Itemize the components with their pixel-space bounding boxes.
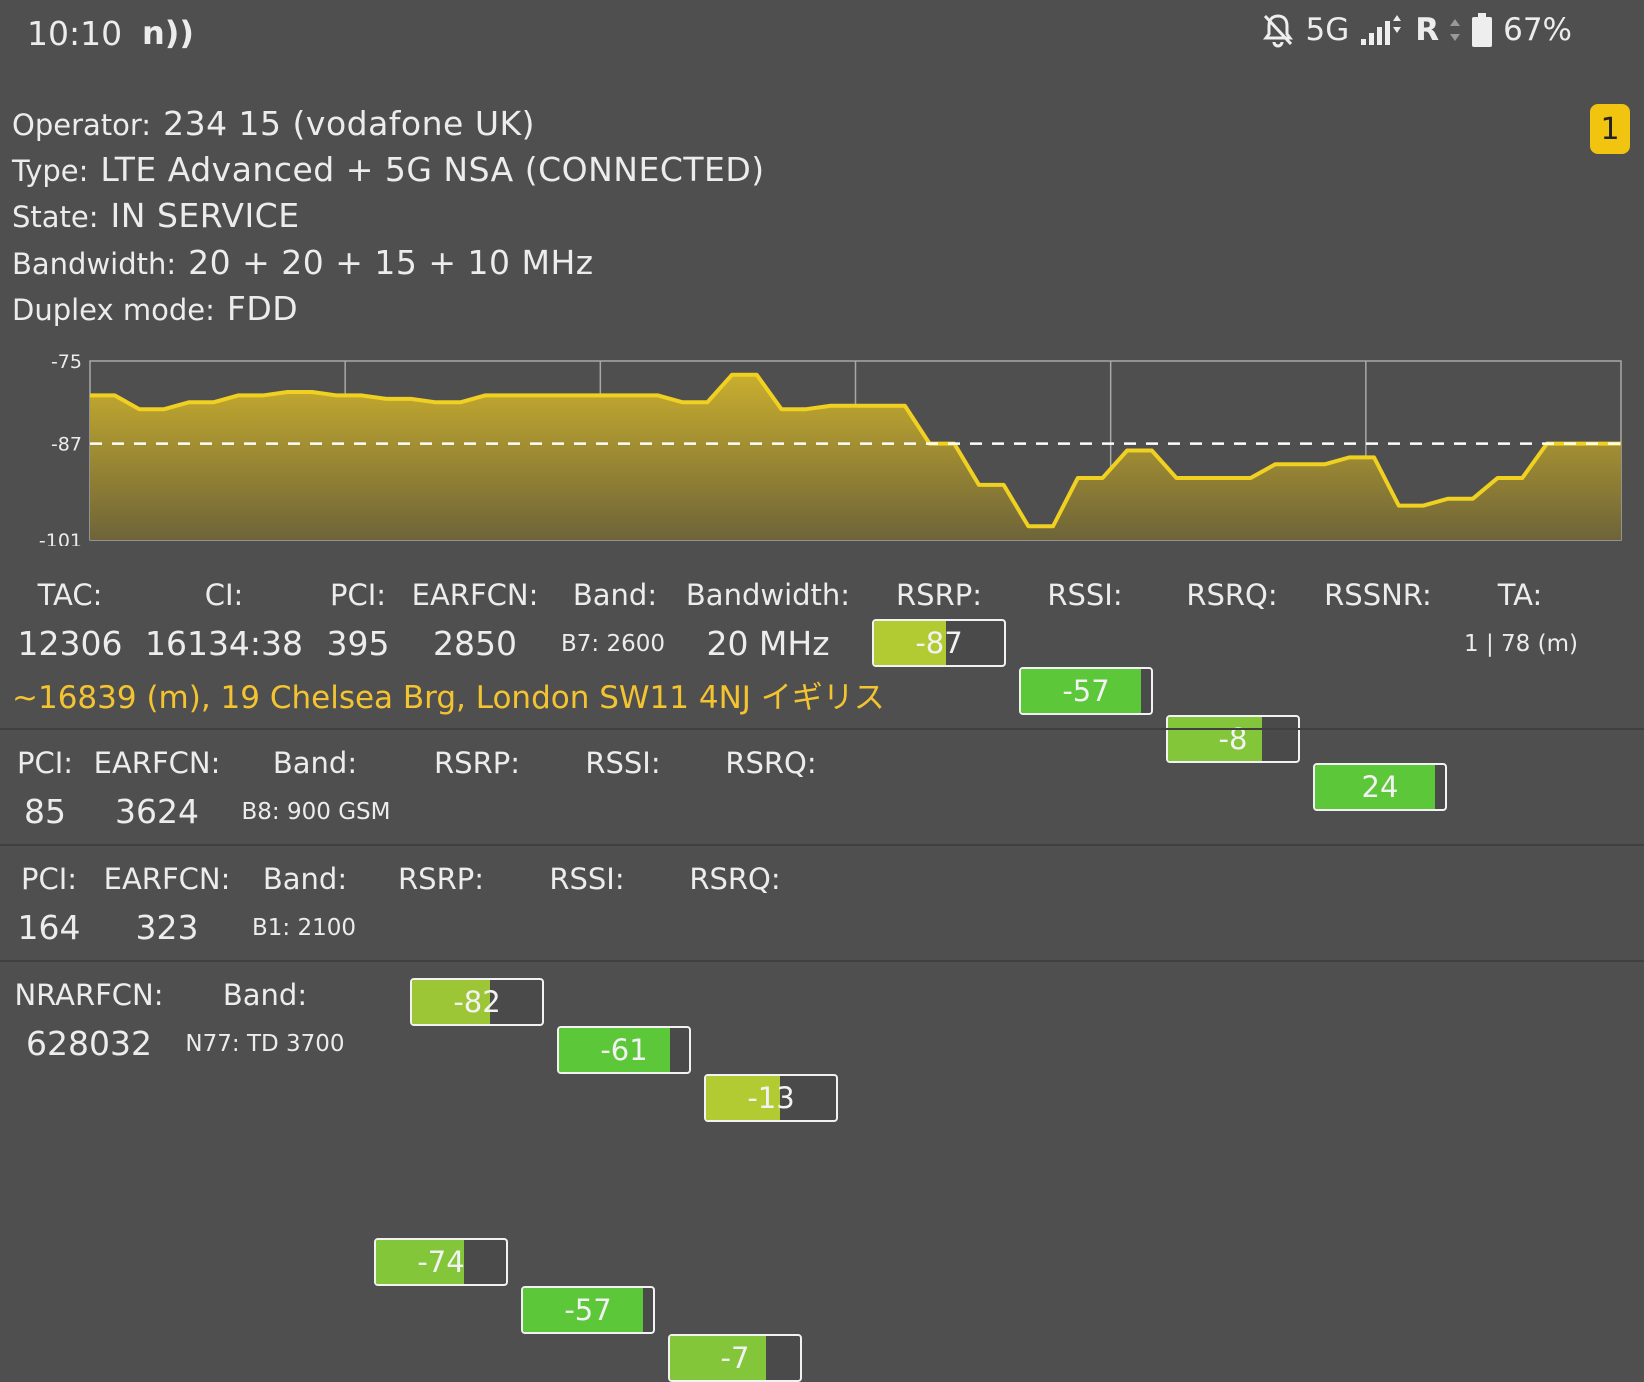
battery-percent: 67% — [1503, 12, 1572, 48]
y-tick-label: -87 — [51, 434, 82, 456]
nrarfcn-value: 628032 — [26, 1024, 152, 1063]
header-ci: CI: — [204, 578, 244, 612]
divider — [0, 960, 1644, 962]
header-rsrp: RSRP: — [398, 862, 484, 896]
signal-history-chart: -75 -87 -101 — [39, 351, 1622, 546]
duplex-line: Duplex mode: FDD — [12, 289, 298, 328]
header-earfcn: EARFCN: — [103, 862, 231, 896]
bandwidth-label: Bandwidth: — [12, 247, 177, 281]
pci-value: 85 — [24, 792, 66, 831]
tac-value: 12306 — [17, 624, 123, 663]
roaming-indicator: R — [1415, 12, 1440, 48]
header-rsrp: RSRP: — [896, 578, 982, 612]
rssi-meter: -61 — [557, 1026, 691, 1074]
status-icons: 5G R 67% — [1261, 12, 1572, 48]
header-rsrq: RSRQ: — [1186, 578, 1278, 612]
earfcn-value: 3624 — [115, 792, 199, 831]
header-rsrq: RSRQ: — [725, 746, 817, 780]
bandwidth-value: 20 + 20 + 15 + 10 MHz — [188, 243, 594, 282]
rssi-meter-label: -61 — [600, 1033, 648, 1067]
network-type: 5G — [1305, 12, 1350, 48]
header-band: Band: — [272, 746, 358, 780]
nfc-icon: n)) — [142, 14, 195, 52]
state-label: State: — [12, 200, 99, 234]
header-tac: TAC: — [37, 578, 103, 612]
header-band: Band: — [222, 978, 308, 1012]
header-rssi: RSSI: — [1047, 578, 1123, 612]
y-tick-label: -75 — [51, 351, 82, 373]
y-tick-label: -101 — [39, 530, 82, 546]
band-value: B1: 2100 — [251, 915, 356, 941]
ta-value: 1 | 78 (m) — [1464, 631, 1578, 657]
header-band: Band: — [572, 578, 658, 612]
state-value: IN SERVICE — [110, 196, 300, 235]
header-earfcn: EARFCN: — [411, 578, 539, 612]
header-pci: PCI: — [20, 862, 78, 896]
rsrp-meter: -74 — [374, 1238, 508, 1286]
notification-badge[interactable]: 1 — [1590, 104, 1630, 154]
notifications-off-icon — [1261, 12, 1295, 48]
divider — [0, 844, 1644, 846]
rssi-meter: -57 — [1019, 667, 1153, 715]
duplex-label: Duplex mode: — [12, 293, 215, 327]
rsrq-meter-label: -8 — [1218, 722, 1248, 756]
header-ta: TA: — [1497, 578, 1543, 612]
header-bandwidth: Bandwidth: — [685, 578, 851, 612]
earfcn-value: 2850 — [433, 624, 517, 663]
band-value: B8: 900 GSM — [241, 799, 391, 825]
operator-label: Operator: — [12, 108, 152, 142]
status-time: 10:10 — [27, 14, 123, 53]
rsrq-meter-label: -13 — [747, 1081, 795, 1115]
rsrp-meter: -87 — [872, 619, 1006, 667]
band-value: N77: TD 3700 — [185, 1031, 345, 1057]
rsrp-meter-label: -82 — [453, 985, 501, 1019]
pci-value: 395 — [326, 624, 390, 663]
rssnr-meter: 24 — [1313, 763, 1447, 811]
bandwidth-line: Bandwidth: 20 + 20 + 15 + 10 MHz — [12, 243, 594, 282]
rsrp-meter: -82 — [410, 978, 544, 1026]
band-value: B7: 2600 — [560, 631, 665, 657]
divider — [0, 728, 1644, 730]
operator-value: 234 15 (vodafone UK) — [163, 104, 535, 143]
signal-strength-icon — [1359, 13, 1405, 47]
rsrp-meter-label: -87 — [915, 626, 963, 660]
duplex-value: FDD — [226, 289, 299, 328]
operator-line: Operator: 234 15 (vodafone UK) — [12, 104, 535, 143]
bandwidth-cell-value: 20 MHz — [706, 624, 830, 663]
state-line: State: IN SERVICE — [12, 196, 300, 235]
header-rssnr: RSSNR: — [1324, 578, 1432, 612]
battery-icon — [1471, 12, 1493, 48]
header-rssi: RSSI: — [585, 746, 661, 780]
rsrq-meter: -8 — [1166, 715, 1300, 763]
header-rssi: RSSI: — [549, 862, 625, 896]
rssi-meter-label: -57 — [1062, 674, 1110, 708]
pci-value: 164 — [17, 908, 81, 947]
rsrp-meter-label: -74 — [417, 1245, 465, 1279]
rsrq-meter-label: -7 — [720, 1341, 750, 1375]
rsrq-meter: -13 — [704, 1074, 838, 1122]
ci-value: 16134:38 — [144, 624, 304, 663]
header-earfcn: EARFCN: — [93, 746, 221, 780]
rssnr-meter-label: 24 — [1361, 770, 1399, 804]
type-label: Type: — [12, 154, 89, 188]
earfcn-value: 323 — [135, 908, 199, 947]
location-address[interactable]: ~16839 (m), 19 Chelsea Brg, London SW11 … — [12, 672, 885, 717]
header-nrarfcn: NRARFCN: — [14, 978, 164, 1012]
rssi-meter: -57 — [521, 1286, 655, 1334]
header-pci: PCI: — [329, 578, 387, 612]
header-band: Band: — [262, 862, 348, 896]
type-value: LTE Advanced + 5G NSA (CONNECTED) — [100, 150, 765, 189]
data-arrows-icon — [1449, 15, 1461, 45]
header-pci: PCI: — [16, 746, 74, 780]
header-rsrp: RSRP: — [434, 746, 520, 780]
rsrq-meter: -7 — [668, 1334, 802, 1382]
rssi-meter-label: -57 — [564, 1293, 612, 1327]
type-line: Type: LTE Advanced + 5G NSA (CONNECTED) — [12, 150, 765, 189]
header-rsrq: RSRQ: — [689, 862, 781, 896]
